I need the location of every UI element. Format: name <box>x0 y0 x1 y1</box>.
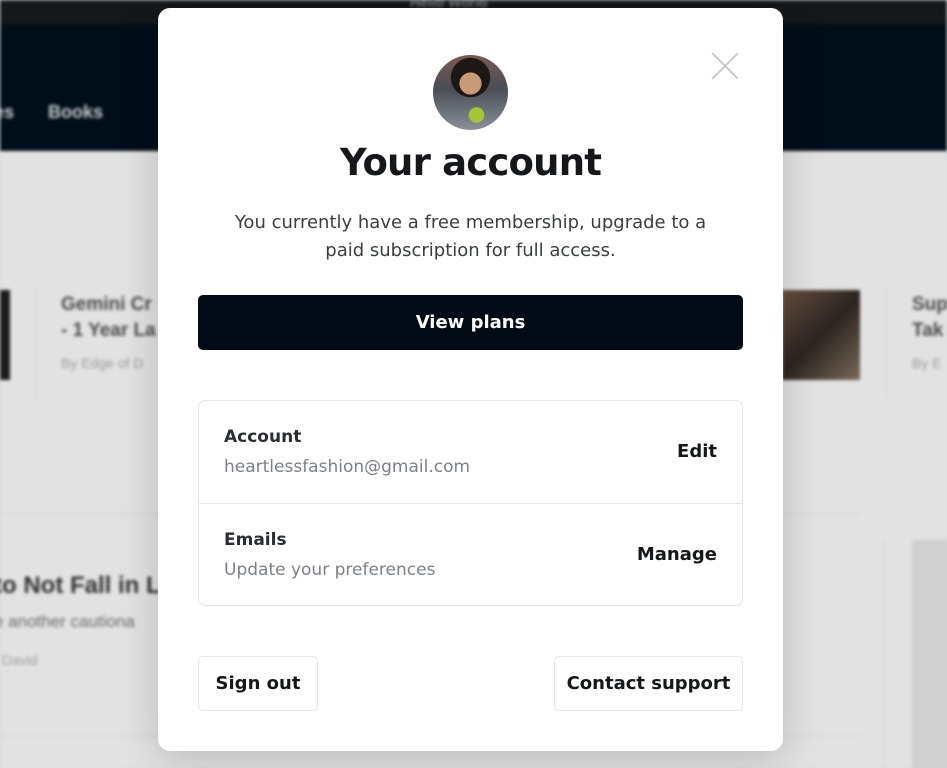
contact-support-button[interactable]: Contact support <box>554 656 743 711</box>
article-title[interactable]: to Not Fall in L <box>0 572 161 600</box>
close-icon[interactable] <box>711 52 739 80</box>
nav-item-partial[interactable]: es <box>0 102 14 123</box>
view-plans-button[interactable]: View plans <box>198 295 743 350</box>
card-byline: By Edge of D <box>61 355 144 371</box>
divider <box>36 288 37 398</box>
emails-description: Update your preferences <box>224 560 436 580</box>
nav-item-books[interactable]: Books <box>48 102 103 123</box>
article-byline: f David <box>0 652 38 668</box>
card-thumbnail[interactable] <box>782 290 860 380</box>
side-panel <box>912 540 947 768</box>
modal-title: Your account <box>339 141 602 184</box>
card-title-line2[interactable]: Tak <box>912 318 943 344</box>
card-title[interactable]: Sup <box>912 292 947 318</box>
manage-emails-button[interactable]: Manage <box>637 544 717 565</box>
divider <box>886 288 887 398</box>
card-thumbnail[interactable] <box>0 290 10 380</box>
article-subtitle: e another cautiona <box>0 612 135 631</box>
card-byline: By E <box>912 355 942 371</box>
divider <box>884 540 885 768</box>
membership-description: You currently have a free membership, up… <box>234 212 707 261</box>
emails-label: Emails <box>224 530 287 550</box>
avatar <box>433 55 508 130</box>
card-title[interactable]: Gemini Cr <box>61 292 152 318</box>
sign-out-button[interactable]: Sign out <box>198 656 318 711</box>
account-label: Account <box>224 427 302 447</box>
account-modal: Your account You currently have a free m… <box>158 8 783 751</box>
edit-account-button[interactable]: Edit <box>677 441 717 462</box>
account-settings-card: Account heartlessfashion@gmail.com Edit … <box>198 400 743 606</box>
account-email: heartlessfashion@gmail.com <box>224 457 471 477</box>
emails-row: Emails Update your preferences Manage <box>199 503 742 605</box>
account-row: Account heartlessfashion@gmail.com Edit <box>199 401 742 503</box>
card-title-line2[interactable]: - 1 Year La <box>61 318 156 344</box>
